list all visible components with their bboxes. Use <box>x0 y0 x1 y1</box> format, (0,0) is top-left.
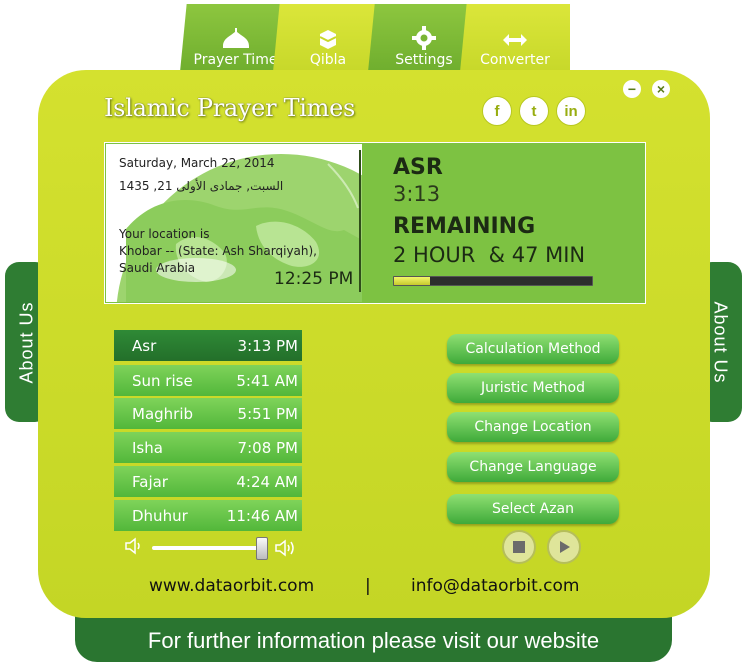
prayer-time: 5:51 PM <box>237 404 298 423</box>
kaaba-icon <box>319 30 337 49</box>
footer-text: For further information please visit our… <box>147 628 600 653</box>
info-divider <box>359 150 361 292</box>
location-label: Your location is <box>119 227 210 241</box>
play-button[interactable] <box>547 530 581 564</box>
stop-icon <box>513 541 525 553</box>
next-prayer-time: 3:13 <box>393 182 441 206</box>
next-prayer-name: ASR <box>393 155 443 180</box>
location-line1: Khobar -- (State: Ash Sharqiyah), <box>119 244 317 258</box>
volume-slider-track[interactable] <box>152 546 264 550</box>
prayer-time: 3:13 PM <box>237 336 298 355</box>
swap-arrows-icon <box>503 34 527 46</box>
remaining-progress-bar <box>393 276 593 286</box>
prayer-name: Fajar <box>132 472 168 491</box>
app-title: Islamic Prayer Times <box>104 94 356 122</box>
tab-label: Qibla <box>309 52 347 68</box>
prayer-name: Sun rise <box>132 371 193 390</box>
prayer-time: 11:46 AM <box>226 506 298 525</box>
select-azan-button[interactable]: Select Azan <box>447 494 619 524</box>
linkedin-button[interactable]: in <box>556 96 586 126</box>
calculation-method-button[interactable]: Calculation Method <box>447 334 619 364</box>
close-button[interactable]: × <box>652 80 670 98</box>
tab-label: Converter <box>480 52 550 68</box>
tab-label: Prayer Time <box>193 52 278 68</box>
website-link[interactable]: www.dataorbit.com <box>149 576 314 596</box>
remaining-label: REMAINING <box>393 214 536 239</box>
remaining-value: 2 HOUR & 47 MIN <box>393 243 586 267</box>
contact-separator: | <box>365 576 371 596</box>
gregorian-date: Saturday, March 22, 2014 <box>119 156 275 170</box>
twitter-button[interactable]: t <box>519 96 549 126</box>
volume-slider-thumb[interactable] <box>255 537 268 560</box>
minimize-button[interactable]: − <box>623 80 641 98</box>
twitter-icon: t <box>531 102 537 120</box>
prayer-row[interactable]: Fajar 4:24 AM <box>114 466 302 497</box>
about-us-label: About Us <box>710 300 731 384</box>
prayer-time: 5:41 AM <box>236 371 298 390</box>
prayer-row[interactable]: Dhuhur 11:46 AM <box>114 500 302 531</box>
juristic-method-button[interactable]: Juristic Method <box>447 373 619 403</box>
tab-qibla[interactable]: Qibla <box>273 4 383 72</box>
mosque-icon <box>222 28 249 48</box>
linkedin-icon: in <box>564 102 578 120</box>
about-us-label: About Us <box>16 300 37 384</box>
prayer-name: Asr <box>132 336 157 355</box>
volume-low-icon[interactable] <box>124 536 144 556</box>
location-line2: Saudi Arabia <box>119 261 196 275</box>
prayer-name: Maghrib <box>132 404 194 423</box>
play-icon <box>560 541 570 553</box>
change-language-button[interactable]: Change Language <box>447 452 619 482</box>
change-location-button[interactable]: Change Location <box>447 412 619 442</box>
tab-converter[interactable]: Converter <box>460 4 570 72</box>
current-time: 12:25 PM <box>274 269 354 289</box>
facebook-icon: f <box>494 102 500 120</box>
prayer-row[interactable]: Isha 7:08 PM <box>114 432 302 463</box>
gear-icon <box>412 26 436 50</box>
prayer-name: Isha <box>132 438 163 457</box>
prayer-name: Dhuhur <box>132 506 188 525</box>
tab-label: Settings <box>395 52 453 68</box>
close-icon: × <box>656 81 666 97</box>
prayer-row[interactable]: Maghrib 5:51 PM <box>114 398 302 429</box>
prayer-row[interactable]: Asr 3:13 PM <box>114 330 302 361</box>
hijri-date: السبت, جمادى الأولى 21, 1435 <box>119 179 284 193</box>
progress-fill <box>394 277 430 285</box>
volume-high-icon[interactable] <box>274 536 300 560</box>
prayer-time: 7:08 PM <box>237 438 298 457</box>
email-link[interactable]: info@dataorbit.com <box>411 576 579 596</box>
prayer-row[interactable]: Sun rise 5:41 AM <box>114 365 302 396</box>
prayer-time: 4:24 AM <box>236 472 298 491</box>
minimize-icon: − <box>627 81 637 97</box>
stop-button[interactable] <box>502 530 536 564</box>
facebook-button[interactable]: f <box>482 96 512 126</box>
